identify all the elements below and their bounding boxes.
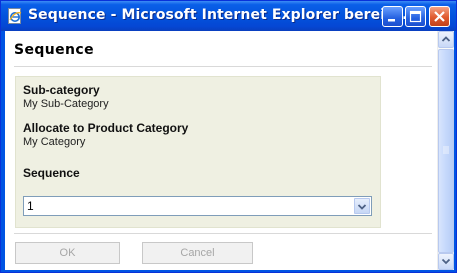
minimize-button[interactable] (382, 6, 403, 27)
ok-button[interactable]: OK (15, 242, 120, 264)
browser-popup-window: Sequence - Microsoft Internet Explorer b… (0, 0, 457, 273)
sequence-select[interactable]: 1 (23, 196, 372, 216)
chevron-up-icon (441, 36, 451, 42)
product-category-label: Allocate to Product Category (23, 121, 189, 135)
details-panel: Sub-category My Sub-Category Allocate to… (15, 76, 381, 228)
scroll-down-button[interactable] (438, 253, 454, 270)
cancel-button[interactable]: Cancel (142, 242, 253, 264)
title-bar[interactable]: Sequence - Microsoft Internet Explorer b… (1, 1, 456, 31)
dropdown-button[interactable] (354, 198, 370, 214)
minimize-icon (388, 19, 395, 22)
page-content: Sequence Sub-category My Sub-Category Al… (5, 31, 437, 270)
header-divider (14, 66, 432, 67)
sub-category-value: My Sub-Category (23, 98, 109, 110)
scroll-up-button[interactable] (438, 31, 454, 48)
sub-category-label: Sub-category (23, 83, 100, 97)
grip-icon (443, 146, 449, 154)
footer-divider (14, 233, 432, 234)
vertical-scrollbar[interactable] (437, 31, 454, 270)
page-viewport: Sequence Sub-category My Sub-Category Al… (5, 31, 454, 270)
maximize-button[interactable] (405, 6, 426, 27)
maximize-icon (409, 10, 422, 23)
sequence-select-value: 1 (27, 199, 34, 213)
close-icon (434, 11, 445, 22)
ie-page-icon (7, 8, 23, 24)
scroll-thumb[interactable] (438, 49, 454, 253)
window-title: Sequence - Microsoft Internet Explorer b… (28, 7, 419, 23)
close-button[interactable] (429, 6, 450, 27)
chevron-down-icon (441, 258, 451, 265)
page-title: Sequence (14, 42, 95, 58)
sequence-label: Sequence (23, 166, 80, 180)
chevron-down-icon (357, 204, 367, 210)
product-category-value: My Category (23, 136, 86, 148)
